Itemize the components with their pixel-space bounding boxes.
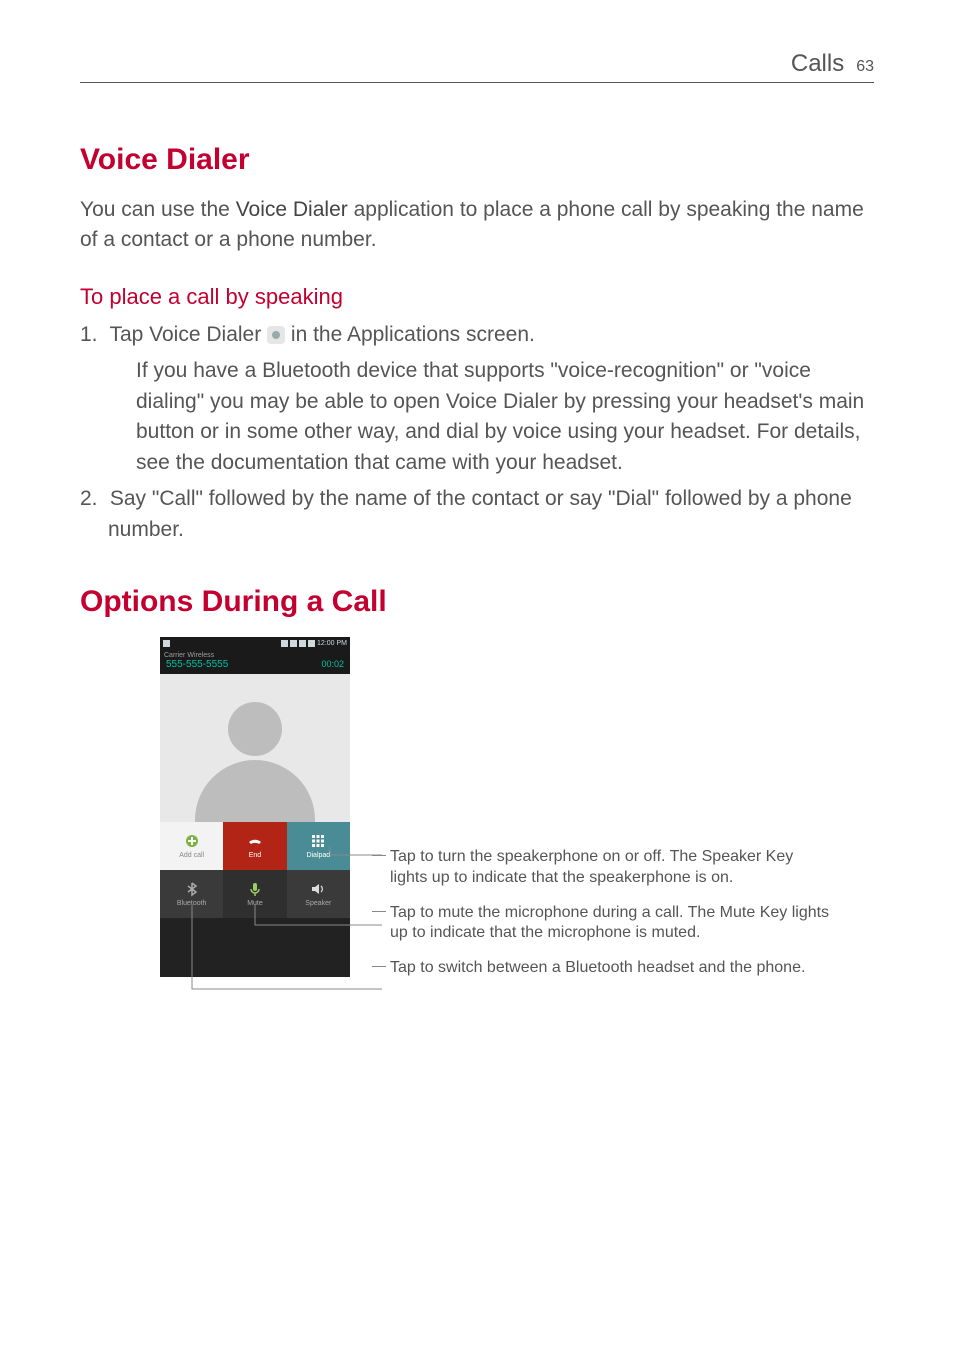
dialpad-button[interactable]: Dialpad <box>287 822 350 870</box>
heading-options-during-call: Options During a Call <box>80 585 874 619</box>
bluetooth-icon <box>184 881 200 897</box>
status-time: 12:00 PM <box>317 640 347 647</box>
end-call-button[interactable]: End <box>223 822 286 870</box>
callout-bluetooth: Tap to switch between a Bluetooth headse… <box>390 958 830 979</box>
text-bold: Voice Dialer <box>149 323 261 346</box>
text: in the Applications screen. <box>285 323 535 346</box>
call-button-row-1: Add call End Dialpad <box>160 822 350 870</box>
step-1: 1. Tap Voice Dialer in the Applications … <box>80 320 874 478</box>
button-label: Mute <box>247 900 263 907</box>
button-label: Bluetooth <box>177 900 207 907</box>
wifi-status-icon <box>290 640 297 647</box>
text-bold: Call <box>159 487 195 510</box>
phone-corner-icon <box>163 640 170 647</box>
plus-icon <box>184 833 200 849</box>
avatar-head <box>228 702 282 756</box>
hangup-icon <box>247 833 263 849</box>
step-1-detail: If you have a Bluetooth device that supp… <box>108 356 874 478</box>
text: You can use the <box>80 198 236 221</box>
callout-speaker: Tap to turn the speakerphone on or off. … <box>390 847 830 889</box>
speaker-icon <box>310 881 326 897</box>
bluetooth-status-icon <box>281 640 288 647</box>
add-call-button[interactable]: Add call <box>160 822 223 870</box>
callout-list: Tap to turn the speakerphone on or off. … <box>350 637 830 993</box>
header-section-label: Calls <box>791 50 844 78</box>
dialed-number: 555-555-5555 <box>166 659 228 670</box>
avatar-body <box>195 760 315 822</box>
bluetooth-button[interactable]: Bluetooth <box>160 870 223 918</box>
status-right: 12:00 PM <box>281 640 347 647</box>
header-page-number: 63 <box>856 58 874 76</box>
voice-dialer-icon <box>267 326 285 344</box>
options-figure: 12:00 PM Carrier Wireless 555-555-5555 0… <box>80 637 874 993</box>
text: " followed by the name of the contact or… <box>196 487 616 510</box>
text-bold: Voice Dialer <box>236 198 348 221</box>
battery-status-icon <box>308 640 315 647</box>
heading-voice-dialer: Voice Dialer <box>80 143 874 177</box>
step-number: 2. <box>80 484 104 514</box>
call-timer: 00:02 <box>321 659 344 669</box>
dialpad-icon <box>310 833 326 849</box>
page-header: Calls 63 <box>80 50 874 83</box>
step-number: 1. <box>80 320 104 350</box>
step-2: 2. Say "Call" followed by the name of th… <box>80 484 874 545</box>
text-bold: Dial <box>615 487 651 510</box>
phone-status-bar: 12:00 PM <box>160 637 350 651</box>
call-number-row: 555-555-5555 00:02 <box>160 659 350 674</box>
button-label: Dialpad <box>306 852 330 859</box>
contact-avatar <box>160 674 350 822</box>
button-label: Add call <box>179 852 204 859</box>
subheading-place-call: To place a call by speaking <box>80 284 874 310</box>
text: Tap <box>104 323 149 346</box>
mute-icon <box>247 881 263 897</box>
mute-button[interactable]: Mute <box>223 870 286 918</box>
signal-status-icon <box>299 640 306 647</box>
callout-mute: Tap to mute the microphone during a call… <box>390 903 830 945</box>
speaker-button[interactable]: Speaker <box>287 870 350 918</box>
phone-screenshot: 12:00 PM Carrier Wireless 555-555-5555 0… <box>160 637 350 977</box>
carrier-label: Carrier Wireless <box>160 651 350 659</box>
button-label: Speaker <box>305 900 331 907</box>
steps-list: 1. Tap Voice Dialer in the Applications … <box>80 320 874 545</box>
voice-dialer-intro: You can use the Voice Dialer application… <box>80 195 874 256</box>
call-button-row-2: Bluetooth Mute Speaker <box>160 870 350 918</box>
button-label: End <box>249 852 261 859</box>
text: Say " <box>104 487 159 510</box>
